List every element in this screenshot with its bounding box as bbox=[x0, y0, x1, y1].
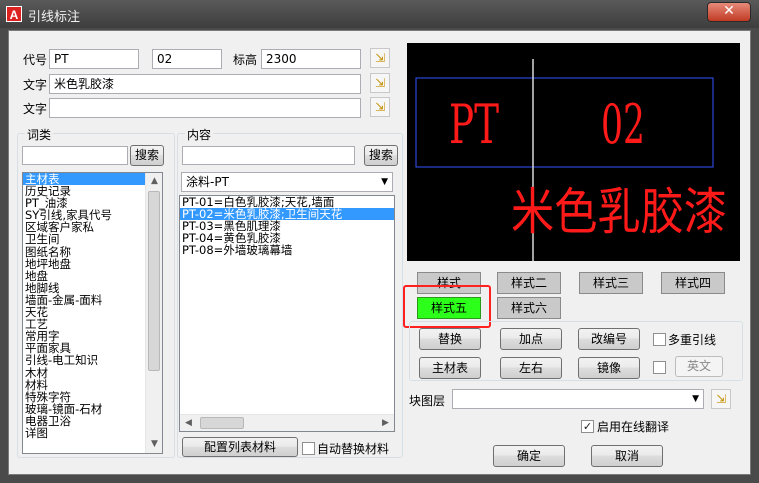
content-category-select[interactable]: 涂料-PT ▼ bbox=[181, 172, 393, 192]
cursor-pick-icon[interactable]: ⇲ bbox=[370, 97, 390, 117]
elevation-input[interactable]: 2300 bbox=[261, 49, 361, 69]
style-6-button[interactable]: 样式六 bbox=[497, 297, 561, 319]
replace-button[interactable]: 替换 bbox=[419, 328, 481, 350]
chevron-down-icon: ▼ bbox=[381, 177, 388, 187]
scroll-thumb[interactable] bbox=[200, 417, 244, 429]
list-item[interactable]: PT-08=外墙玻璃幕墙 bbox=[180, 244, 394, 256]
renumber-button[interactable]: 改编号 bbox=[578, 328, 640, 350]
category-scrollbar[interactable]: ▲ ▼ bbox=[145, 173, 162, 453]
preview-code-text: PT bbox=[449, 93, 499, 156]
block-layer-label: 块图层 bbox=[409, 394, 446, 408]
english-button[interactable]: 英文 bbox=[675, 356, 723, 377]
online-translate-label: 启用在线翻译 bbox=[597, 420, 670, 434]
list-item[interactable]: 图纸名称 bbox=[23, 245, 162, 257]
elevation-label: 标高 bbox=[233, 53, 258, 67]
category-list[interactable]: 主材表 历史记录 PT_油漆 SY引线,家具代号 区域客户家私 卫生间 图纸名称 地坪地盘 地盘… bbox=[22, 172, 163, 454]
style-2-button[interactable]: 样式二 bbox=[497, 272, 561, 294]
autocad-icon: A bbox=[6, 6, 22, 22]
online-translate-checkbox[interactable]: ✓ bbox=[581, 420, 594, 433]
dialog-body: 代号 PT 02 标高 2300 ⇲ 文字 米色乳胶漆 ⇲ 文字 ⇲ 词类 搜索… bbox=[8, 30, 751, 475]
content-search-button[interactable]: 搜索 bbox=[364, 145, 398, 166]
close-button[interactable]: ✕ bbox=[707, 2, 751, 22]
auto-replace-label: 自动替换材料 bbox=[317, 442, 390, 456]
style-3-button[interactable]: 样式三 bbox=[579, 272, 643, 294]
list-item[interactable]: 地坪地盘 bbox=[23, 258, 162, 270]
content-list[interactable]: PT-01=白色乳胶漆;天花,墙面 PT-02=米色乳胶漆;卫生间天花 PT-03=… bbox=[179, 195, 395, 432]
content-category-value: 涂料-PT bbox=[186, 175, 229, 189]
list-item[interactable]: 材料 bbox=[23, 378, 162, 390]
list-item[interactable]: 卫生间 bbox=[23, 233, 162, 245]
cancel-button[interactable]: 取消 bbox=[591, 445, 663, 467]
scroll-right-icon[interactable]: ▶ bbox=[377, 415, 394, 431]
chevron-down-icon: ▼ bbox=[692, 394, 699, 404]
cursor-pick-icon[interactable]: ⇲ bbox=[370, 73, 390, 93]
cursor-pick-icon[interactable]: ⇲ bbox=[370, 48, 390, 68]
scroll-left-icon[interactable]: ◀ bbox=[180, 415, 197, 431]
category-title: 词类 bbox=[25, 126, 54, 143]
dialog-window: A 引线标注 ✕ 代号 PT 02 标高 2300 ⇲ 文字 米色乳胶漆 ⇲ 文… bbox=[0, 0, 759, 483]
text1-input[interactable]: 米色乳胶漆 bbox=[49, 74, 361, 94]
content-hscrollbar[interactable]: ◀ ▶ bbox=[180, 414, 394, 431]
text2-input[interactable] bbox=[49, 98, 361, 118]
auto-replace-checkbox[interactable] bbox=[302, 442, 315, 455]
content-search-input[interactable] bbox=[182, 146, 355, 165]
style-4-button[interactable]: 样式四 bbox=[661, 272, 725, 294]
scroll-up-icon[interactable]: ▲ bbox=[146, 173, 162, 190]
window-title: 引线标注 bbox=[28, 10, 81, 25]
scroll-thumb[interactable] bbox=[148, 191, 160, 371]
category-search-input[interactable] bbox=[22, 146, 128, 165]
list-item[interactable]: 详图 bbox=[23, 427, 162, 439]
preview-canvas: PT 02 米色乳胶漆 bbox=[415, 59, 727, 261]
text1-label: 文字 bbox=[23, 78, 48, 92]
content-title: 内容 bbox=[185, 126, 214, 143]
main-table-button[interactable]: 主材表 bbox=[419, 357, 481, 379]
list-item[interactable]: 木材 bbox=[23, 366, 162, 378]
mirror-button[interactable]: 镜像 bbox=[578, 357, 640, 379]
code-label: 代号 bbox=[23, 53, 48, 67]
left-right-button[interactable]: 左右 bbox=[500, 357, 562, 379]
preview-material-text: 米色乳胶漆 bbox=[511, 183, 727, 241]
preview-number-text: 02 bbox=[601, 93, 645, 156]
leader-preview: PT 02 米色乳胶漆 bbox=[407, 43, 740, 261]
text2-label: 文字 bbox=[23, 102, 48, 116]
scroll-down-icon[interactable]: ▼ bbox=[146, 436, 162, 453]
list-item[interactable]: 引线-电工知识 bbox=[23, 354, 162, 366]
multi-leader-checkbox[interactable] bbox=[653, 333, 666, 346]
title-bar: A 引线标注 ✕ bbox=[0, 0, 759, 28]
category-search-button[interactable]: 搜索 bbox=[130, 145, 164, 166]
ok-button[interactable]: 确定 bbox=[493, 445, 565, 467]
multi-leader-label: 多重引线 bbox=[668, 333, 717, 347]
config-list-materials-button[interactable]: 配置列表材料 bbox=[182, 437, 298, 457]
english-checkbox[interactable] bbox=[653, 361, 666, 374]
add-point-button[interactable]: 加点 bbox=[500, 328, 562, 350]
number-input[interactable]: 02 bbox=[152, 49, 222, 69]
block-layer-select[interactable]: ▼ bbox=[452, 389, 704, 409]
cursor-pick-icon[interactable]: ⇲ bbox=[711, 389, 731, 409]
close-icon: ✕ bbox=[723, 3, 735, 19]
code-input[interactable]: PT bbox=[49, 49, 139, 69]
list-item[interactable]: 特殊字符 bbox=[23, 391, 162, 403]
